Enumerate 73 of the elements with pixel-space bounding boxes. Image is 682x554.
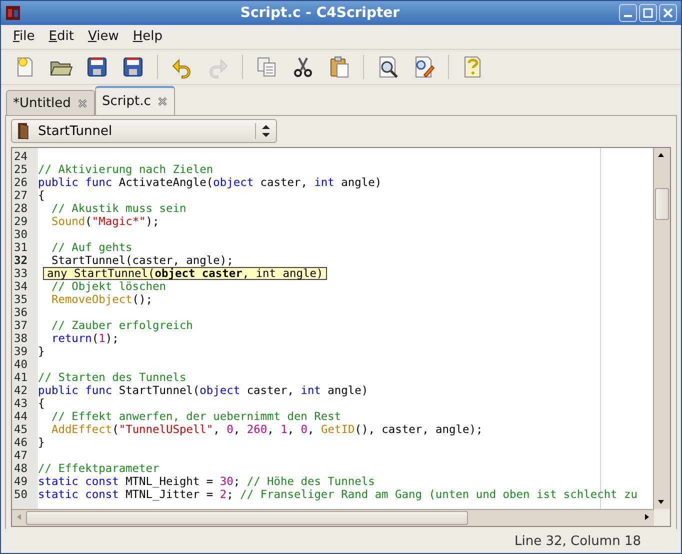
line-number: 43	[13, 397, 28, 410]
menu-item[interactable]: Edit	[42, 27, 80, 46]
close-icon	[663, 8, 673, 18]
code-line: // Objekt löschen	[50, 280, 166, 293]
scrollbar-thumb[interactable]	[26, 511, 468, 525]
code-line: return(1);	[50, 332, 119, 345]
line-number: 33	[13, 267, 28, 280]
menu-item[interactable]: File	[7, 27, 41, 46]
line-number: 44	[13, 410, 28, 423]
line-number: 29	[13, 215, 28, 228]
line-number: 25	[13, 163, 28, 176]
code-line: static const MTNL_Jitter = 2; // Franseliger Rand am Gang (unten und oben ist schlecht zu	[38, 488, 638, 501]
code-line: }	[38, 436, 45, 449]
line-number: 40	[13, 358, 28, 371]
minimize-icon	[624, 15, 632, 17]
menu-item[interactable]: View	[82, 27, 125, 46]
line-number: 28	[13, 202, 28, 215]
code-line: {	[38, 189, 45, 202]
line-number: 30	[13, 228, 28, 241]
code-line: // Akustik muss sein	[50, 202, 186, 215]
line-number: 41	[13, 371, 28, 384]
code-line: // Aktivierung nach Zielen	[38, 163, 214, 176]
vertical-scrollbar[interactable]	[653, 148, 670, 509]
line-number: 48	[13, 462, 28, 475]
code-line: public func StartTunnel(object caster, int angle)	[38, 384, 368, 397]
line-number: 42	[13, 384, 28, 397]
line-number: 26	[13, 176, 28, 189]
line-number: 27	[13, 189, 28, 202]
code-line: // Zauber erfolgreich	[50, 319, 193, 332]
scissors-icon	[291, 55, 315, 79]
code-line: // Effekt anwerfen, der uebernimmt den Rest	[50, 410, 342, 423]
code-line: // Auf gehts	[50, 241, 132, 254]
code-line: static const MTNL_Height = 30; // Höhe des Tunnels	[38, 475, 375, 488]
line-number: 34	[13, 280, 28, 293]
function-dropdown[interactable]: StartTunnel	[11, 119, 277, 143]
line-number: 35	[13, 293, 28, 306]
line-number: 38	[13, 332, 28, 345]
line-number: 37	[13, 319, 28, 332]
code-line: {	[38, 397, 45, 410]
menu-item[interactable]: Help	[126, 27, 168, 46]
maximize-icon	[643, 8, 653, 18]
spin-arrows-icon	[262, 124, 270, 138]
close-icon[interactable]	[156, 96, 168, 107]
minimize-button[interactable]	[619, 4, 637, 22]
code-line: }	[38, 345, 45, 358]
line-number: 39	[13, 345, 28, 358]
code-line: public func ActivateAngle(object caster, int angle)	[38, 176, 382, 189]
code-line: // Effektparameter	[38, 462, 160, 475]
code-line: // Starten des Tunnels	[38, 371, 186, 384]
line-number: 46	[13, 436, 28, 449]
close-icon[interactable]	[76, 98, 88, 108]
line-number: 31	[13, 241, 28, 254]
line-number: 49	[13, 475, 28, 488]
line-number: 45	[13, 423, 28, 436]
line-number: 36	[13, 306, 28, 319]
scrollbar-thumb[interactable]	[655, 188, 669, 220]
line-number: 50	[13, 488, 28, 501]
tab[interactable]: *Untitled	[6, 90, 95, 115]
code-line: RemoveObject();	[50, 293, 153, 306]
code-line: AddEffect("TunnelUSpell", 0, 260, 1, 0, GetID(), caster, angle);	[50, 423, 483, 436]
cursor-position: Line 32, Column 18	[514, 534, 641, 548]
close-button[interactable]	[659, 4, 677, 22]
line-number: 24	[13, 150, 28, 163]
tab[interactable]: Script.c	[94, 86, 175, 115]
line-number: 32	[13, 254, 28, 267]
code-line: StartTunnel(caster, angle);	[50, 254, 234, 267]
app-icon	[5, 5, 21, 21]
horizontal-scrollbar[interactable]	[12, 509, 654, 526]
maximize-button[interactable]	[639, 4, 657, 22]
code-line: Sound("Magic*");	[50, 215, 160, 228]
line-number: 47	[13, 449, 28, 462]
window-title: Script.c - C4Scripter	[239, 5, 401, 21]
calltip: any StartTunnel(object caster, int angle)	[43, 267, 328, 280]
